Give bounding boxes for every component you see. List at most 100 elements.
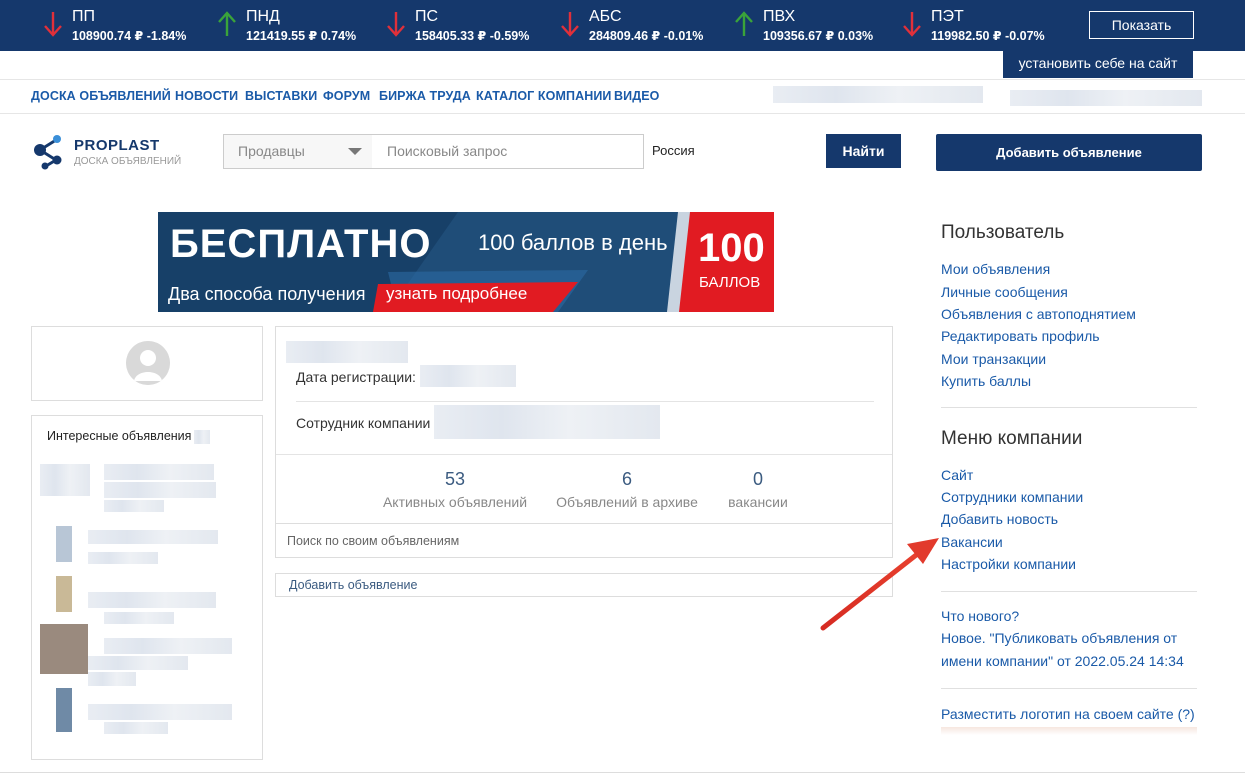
- red-arrow-icon: [820, 538, 939, 631]
- sidebar-item-transactions[interactable]: Мои транзакции: [941, 351, 1046, 367]
- blurred-user-info: [1010, 90, 1202, 106]
- stat-number: 0: [752, 469, 763, 489]
- listing-title[interactable]: [88, 704, 232, 720]
- sidebar-item-edit-profile[interactable]: Редактировать профиль: [941, 328, 1100, 344]
- stat-caption: Объявлений в архиве: [556, 494, 698, 510]
- sidebar-item-company-settings[interactable]: Настройки компании: [941, 556, 1076, 572]
- site-logo[interactable]: PROPLAST ДОСКА ОБЪЯВЛЕНИЙ: [30, 132, 200, 172]
- nav-item-news[interactable]: НОВОСТИ: [175, 89, 238, 103]
- add-listing-link[interactable]: Добавить объявление: [275, 573, 893, 597]
- listing-thumb[interactable]: [56, 526, 72, 562]
- banner-ways-text: Два способа получения: [168, 284, 366, 304]
- arrow-down-icon: [903, 12, 921, 37]
- nav-item-board[interactable]: ДОСКА ОБЪЯВЛЕНИЙ: [31, 89, 171, 103]
- avatar[interactable]: [126, 341, 170, 385]
- blurred-count: [194, 430, 210, 444]
- news-link-line1[interactable]: Новое. "Публиковать объявления от: [941, 630, 1177, 646]
- sidebar-item-add-news[interactable]: Добавить новость: [941, 511, 1058, 527]
- listing-meta: [104, 612, 174, 624]
- brand-name: PROPLAST: [74, 137, 160, 154]
- caret-down-icon: [348, 148, 362, 155]
- listing-meta: [88, 672, 136, 686]
- divider: [296, 401, 874, 402]
- listing-title[interactable]: [104, 464, 214, 480]
- sidebar-item-employees[interactable]: Сотрудники компании: [941, 489, 1083, 505]
- listing-title[interactable]: [88, 592, 216, 608]
- sidebar-item-vacancies[interactable]: Вакансии: [941, 534, 1003, 550]
- listing-title[interactable]: [88, 656, 188, 670]
- ticker-name: АБС: [589, 8, 622, 25]
- whats-new-link[interactable]: Что нового?: [941, 608, 1019, 624]
- stat-active[interactable]: 53 Активных объявлений: [380, 469, 530, 510]
- blurred-reg-date: [420, 365, 516, 387]
- arrow-down-icon: [44, 12, 62, 37]
- user-silhouette-icon: [126, 341, 170, 385]
- seller-type-select[interactable]: Продавцы: [223, 134, 373, 169]
- listing-title[interactable]: [104, 482, 216, 498]
- divider: [941, 688, 1197, 689]
- banner-points-text: 100 баллов в день: [478, 230, 668, 255]
- sidebar-item-my-listings[interactable]: Мои объявления: [941, 261, 1050, 277]
- install-widget-button[interactable]: установить себе на сайт: [1003, 51, 1193, 78]
- banner-number: 100: [698, 226, 765, 270]
- molecule-logo-icon: [34, 135, 62, 170]
- stat-archive[interactable]: 6 Объявлений в архиве: [552, 469, 702, 510]
- arrow-up-icon: [735, 11, 753, 36]
- sidebar-item-buy-points[interactable]: Купить баллы: [941, 373, 1031, 389]
- stat-caption: Активных объявлений: [382, 494, 528, 510]
- listing-thumb[interactable]: [56, 688, 72, 732]
- place-logo-link[interactable]: Разместить логотип на своем сайте (?): [941, 706, 1195, 722]
- profile-card: Дата регистрации: Сотрудник компании 53 …: [275, 326, 893, 558]
- search-input[interactable]: Поисковый запрос: [372, 134, 644, 169]
- ticker-name: ПНД: [246, 8, 280, 25]
- nav-item-catalog[interactable]: КАТАЛОГ КОМПАНИИ: [476, 89, 612, 103]
- own-listings-search-input[interactable]: Поиск по своим объявлениям: [276, 523, 892, 558]
- ticker-value: 284809.46 ₽ -0.01%: [589, 29, 704, 43]
- ticker-name: ПП: [72, 8, 95, 25]
- sidebar-item-autoraise[interactable]: Объявления с автоподнятием: [941, 306, 1136, 322]
- banner-free-text: БЕСПЛАТНО: [170, 222, 432, 266]
- ticker-value: 109356.67 ₽ 0.03%: [763, 29, 874, 43]
- listing-thumb[interactable]: [56, 576, 72, 612]
- ticker-name: ПВХ: [763, 8, 796, 25]
- listing-title[interactable]: [104, 638, 232, 654]
- ticker-value: 121419.55 ₽ 0.74%: [246, 29, 357, 43]
- nav-item-jobs[interactable]: БИРЖА ТРУДА: [379, 89, 471, 103]
- ticker-value: 158405.33 ₽ -0.59%: [415, 29, 530, 43]
- stat-vacancies[interactable]: 0 вакансии: [718, 469, 798, 510]
- region-input[interactable]: Россия: [644, 134, 826, 169]
- interesting-listings: Интересные объявления: [31, 415, 263, 760]
- interesting-title: Интересные объявления: [47, 429, 192, 443]
- stat-number: 6: [621, 469, 632, 489]
- listing-thumb[interactable]: [40, 464, 90, 496]
- nav-item-video[interactable]: ВИДЕО: [614, 89, 659, 103]
- sidebar-item-site[interactable]: Сайт: [941, 467, 973, 483]
- find-button[interactable]: Найти: [826, 134, 901, 168]
- add-listing-button[interactable]: Добавить объявление: [936, 134, 1202, 171]
- banner-unit: БАЛЛОВ: [699, 274, 761, 291]
- divider: [276, 454, 892, 455]
- arrow-up-icon: [218, 11, 236, 36]
- avatar-box: [31, 326, 263, 401]
- footer-divider: [0, 772, 1245, 773]
- blurred-user-info: [773, 86, 983, 103]
- price-ticker: ПП 108900.74 ₽ -1.84% ПНД 121419.55 ₽ 0.…: [0, 0, 1245, 51]
- divider: [941, 407, 1197, 408]
- listing-meta: [88, 552, 158, 564]
- nav-item-forum[interactable]: ФОРУМ: [323, 89, 370, 103]
- nav-item-exhibitions[interactable]: ВЫСТАВКИ: [245, 89, 317, 103]
- news-link-line2[interactable]: имени компании" от 2022.05.24 14:34: [941, 653, 1184, 669]
- show-button[interactable]: Показать: [1089, 11, 1194, 39]
- company-menu-title: Меню компании: [941, 428, 1083, 449]
- brand-subtitle: ДОСКА ОБЪЯВЛЕНИЙ: [74, 156, 182, 167]
- blurred-company-name[interactable]: [434, 405, 660, 439]
- banner-more-link[interactable]: узнать подробнее: [386, 284, 527, 304]
- ticker-value: 108900.74 ₽ -1.84%: [72, 29, 187, 43]
- employee-label: Сотрудник компании: [296, 415, 431, 431]
- ticker-name: ПС: [415, 8, 439, 25]
- promo-banner[interactable]: БЕСПЛАТНО 100 баллов в день Два способа …: [158, 212, 774, 312]
- sidebar-item-messages[interactable]: Личные сообщения: [941, 284, 1068, 300]
- listing-title[interactable]: [88, 530, 218, 544]
- listing-thumb[interactable]: [40, 624, 88, 674]
- user-menu-title: Пользователь: [941, 222, 1065, 243]
